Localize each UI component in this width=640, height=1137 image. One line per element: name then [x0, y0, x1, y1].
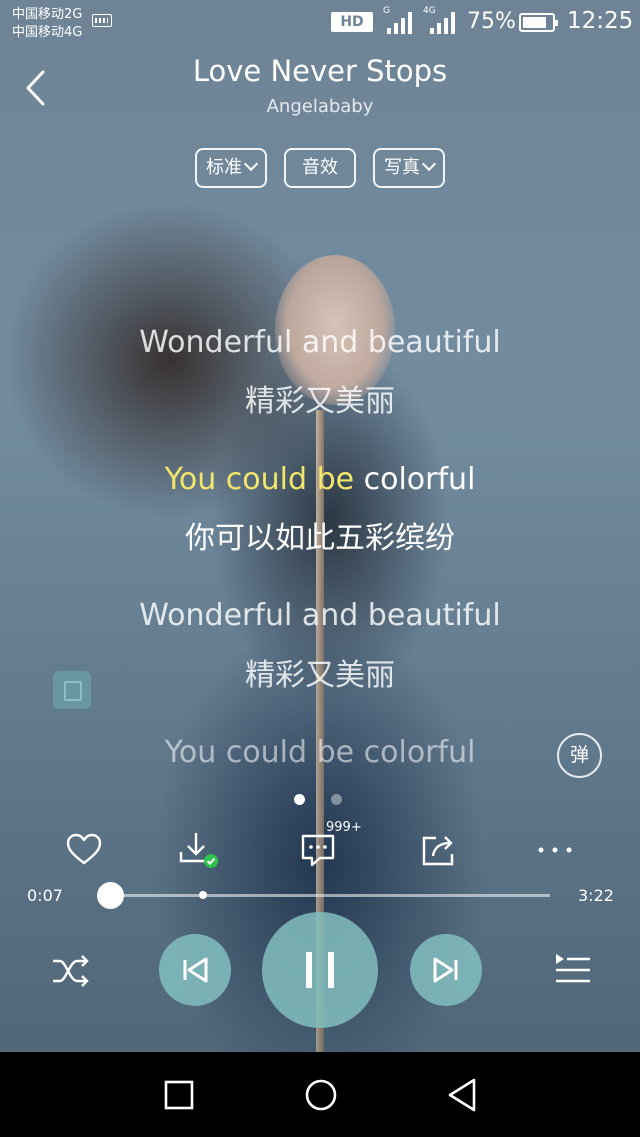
current-lyric-translation[interactable]: 你可以如此五彩缤纷	[0, 513, 640, 557]
photo-label: 写真	[384, 157, 420, 178]
share-icon	[422, 836, 454, 866]
comment-icon	[301, 834, 335, 867]
sound-effect-label: 音效	[302, 157, 338, 178]
pause-button[interactable]	[262, 912, 378, 1028]
next-button[interactable]	[410, 934, 482, 1006]
back-button[interactable]	[18, 68, 58, 108]
shuffle-button[interactable]	[50, 951, 92, 991]
sound-effect-button[interactable]: 音效	[284, 148, 356, 188]
progress-bar[interactable]	[110, 894, 550, 897]
carrier-2: 中国移动4G	[12, 25, 83, 40]
lyric-line-translation[interactable]: 精彩又美丽	[0, 650, 640, 694]
pause-icon	[306, 952, 334, 988]
share-button[interactable]	[420, 830, 460, 870]
lyric-line[interactable]: Wonderful and beautiful	[0, 598, 640, 633]
recents-button[interactable]	[158, 1074, 200, 1116]
quality-selector[interactable]: 标准	[195, 148, 267, 188]
page-dot-active	[294, 794, 305, 805]
translate-icon[interactable]	[53, 671, 91, 709]
lyric-line-translation[interactable]: 精彩又美丽	[0, 376, 640, 420]
page-dot	[331, 794, 342, 805]
progress-marker	[199, 891, 207, 899]
artist-name[interactable]: Angelababy	[120, 96, 520, 117]
clock: 12:25	[567, 8, 634, 34]
chevron-down-icon	[243, 156, 259, 172]
quality-label: 标准	[206, 157, 242, 178]
progress-thumb[interactable]	[97, 882, 124, 909]
square-icon	[164, 1080, 194, 1110]
total-time: 3:22	[578, 886, 614, 905]
status-bar: 中国移动2G 中国移动4G HD G 4G 75% 12:25	[0, 0, 640, 46]
battery-percentage: 75%	[467, 9, 516, 34]
page-indicator	[294, 794, 344, 806]
battery-icon	[519, 13, 558, 32]
next-icon	[433, 957, 458, 983]
keyboard-icon	[92, 14, 112, 27]
hd-badge: HD	[331, 12, 373, 32]
comment-button[interactable]	[298, 830, 338, 870]
photo-selector[interactable]: 写真	[373, 148, 445, 188]
previous-button[interactable]	[159, 934, 231, 1006]
current-lyric-line[interactable]: You could be colorful	[0, 462, 640, 497]
system-back-button[interactable]	[442, 1074, 484, 1116]
triangle-back-icon	[448, 1078, 476, 1112]
lyric-line[interactable]: Wonderful and beautiful	[0, 325, 640, 360]
comment-count: 999+	[326, 820, 362, 835]
lyric-unsung-part: colorful	[363, 462, 476, 497]
chevron-left-icon	[26, 70, 45, 106]
playlist-button[interactable]	[553, 951, 593, 989]
download-icon	[179, 833, 218, 868]
danmu-button[interactable]: 弹	[557, 733, 602, 778]
previous-icon	[183, 957, 208, 983]
signal-icon	[387, 12, 417, 34]
shuffle-icon	[53, 955, 89, 987]
chevron-down-icon	[421, 156, 437, 172]
more-button[interactable]	[536, 830, 576, 870]
elapsed-time: 0:07	[27, 886, 63, 905]
heart-icon	[66, 833, 102, 865]
song-title: Love Never Stops	[192, 54, 448, 88]
more-icon	[538, 847, 572, 853]
circle-icon	[305, 1079, 337, 1111]
playlist-icon	[556, 954, 590, 983]
lyric-sung-part: You could be	[164, 462, 364, 497]
lyric-line[interactable]: You could be colorful	[0, 735, 640, 770]
home-button[interactable]	[300, 1074, 342, 1116]
like-button[interactable]	[64, 830, 104, 870]
carrier-1: 中国移动2G	[12, 7, 83, 22]
download-button[interactable]	[178, 830, 218, 870]
signal-icon	[430, 12, 460, 34]
